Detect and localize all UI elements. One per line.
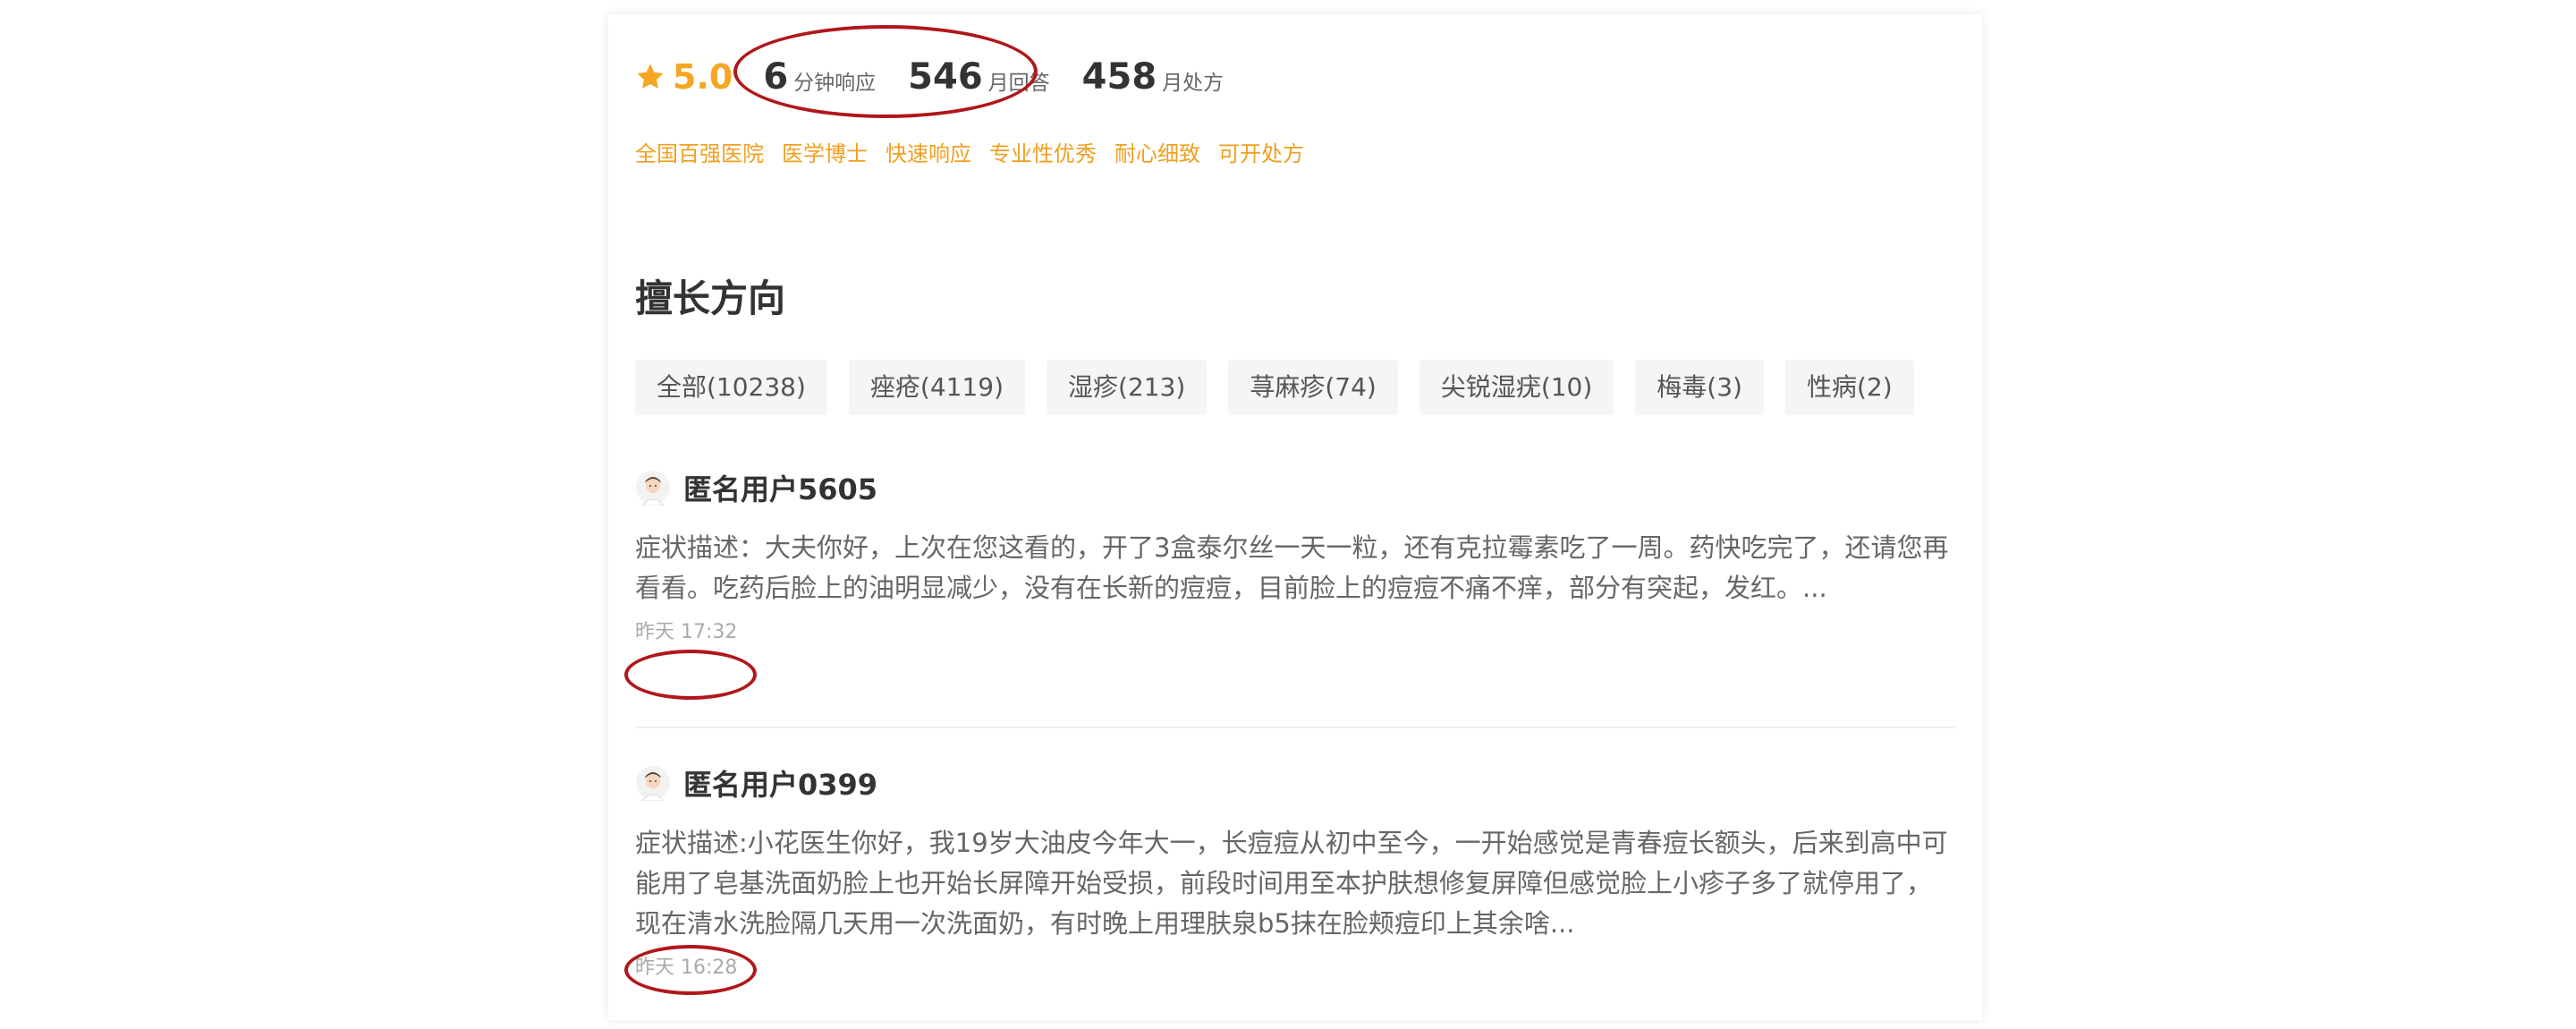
filter-chip-all[interactable]: 全部(10238) bbox=[635, 360, 827, 415]
star-icon bbox=[637, 64, 664, 89]
doctor-tag: 快速响应 bbox=[886, 141, 971, 166]
doctor-tag: 专业性优秀 bbox=[989, 141, 1097, 166]
question-item[interactable]: 匿名用户0399 症状描述:小花医生你好，我19岁大油皮今年大一，长痘痘从初中至… bbox=[635, 761, 1955, 980]
monthly-prescriptions-value: 458 bbox=[1081, 56, 1157, 98]
filter-chip-syphilis[interactable]: 梅毒(3) bbox=[1635, 360, 1764, 415]
doctor-tag: 全国百强医院 bbox=[635, 141, 764, 166]
avatar-icon bbox=[636, 766, 670, 801]
doctor-tag: 可开处方 bbox=[1218, 141, 1304, 166]
doctor-tag: 医学博士 bbox=[782, 141, 868, 166]
section-title: 擅长方向 bbox=[635, 276, 786, 320]
question-time: 昨天 17:32 bbox=[635, 621, 738, 643]
annotation-oval bbox=[733, 25, 1038, 118]
question-description: 症状描述：大夫你好，上次在您这看的，开了3盒泰尔丝一天一粒，还有克拉霉素吃了一周… bbox=[635, 532, 1949, 603]
question-description: 症状描述:小花医生你好，我19岁大油皮今年大一，长痘痘从初中至今，一开始感觉是青… bbox=[635, 828, 1948, 939]
filter-chip-condyloma[interactable]: 尖锐湿疣(10) bbox=[1419, 360, 1614, 415]
divider bbox=[635, 727, 1955, 728]
annotation-oval bbox=[624, 650, 757, 700]
avatar-icon bbox=[636, 471, 670, 506]
question-item[interactable]: 匿名用户5605 症状描述：大夫你好，上次在您这看的，开了3盒泰尔丝一天一粒，还… bbox=[635, 465, 1955, 644]
filter-chip-std[interactable]: 性病(2) bbox=[1784, 360, 1914, 415]
filter-chip-acne[interactable]: 痤疮(4119) bbox=[848, 360, 1026, 415]
filter-chip-eczema[interactable]: 湿疹(213) bbox=[1046, 360, 1208, 415]
question-user-name: 匿名用户5605 bbox=[683, 472, 878, 506]
question-time: 昨天 16:28 bbox=[635, 957, 738, 979]
doctor-tag: 耐心细致 bbox=[1114, 141, 1200, 166]
doctor-tags: 全国百强医院 医学博士 快速响应 专业性优秀 耐心细致 可开处方 bbox=[635, 136, 1322, 167]
annotation-oval bbox=[624, 945, 757, 995]
specialty-filter: 全部(10238) 痤疮(4119) 湿疹(213) 荨麻疹(74) 尖锐湿疣(… bbox=[635, 360, 1936, 415]
doctor-card: 5.0 6 分钟响应 546 月回答 458 月处方 全国百强医院 医学博士 快… bbox=[608, 14, 1982, 1020]
filter-chip-urticaria[interactable]: 荨麻疹(74) bbox=[1228, 360, 1398, 415]
rating-value: 5.0 bbox=[673, 57, 733, 97]
monthly-prescriptions-unit: 月处方 bbox=[1162, 72, 1224, 95]
question-user-name: 匿名用户0399 bbox=[683, 768, 878, 802]
